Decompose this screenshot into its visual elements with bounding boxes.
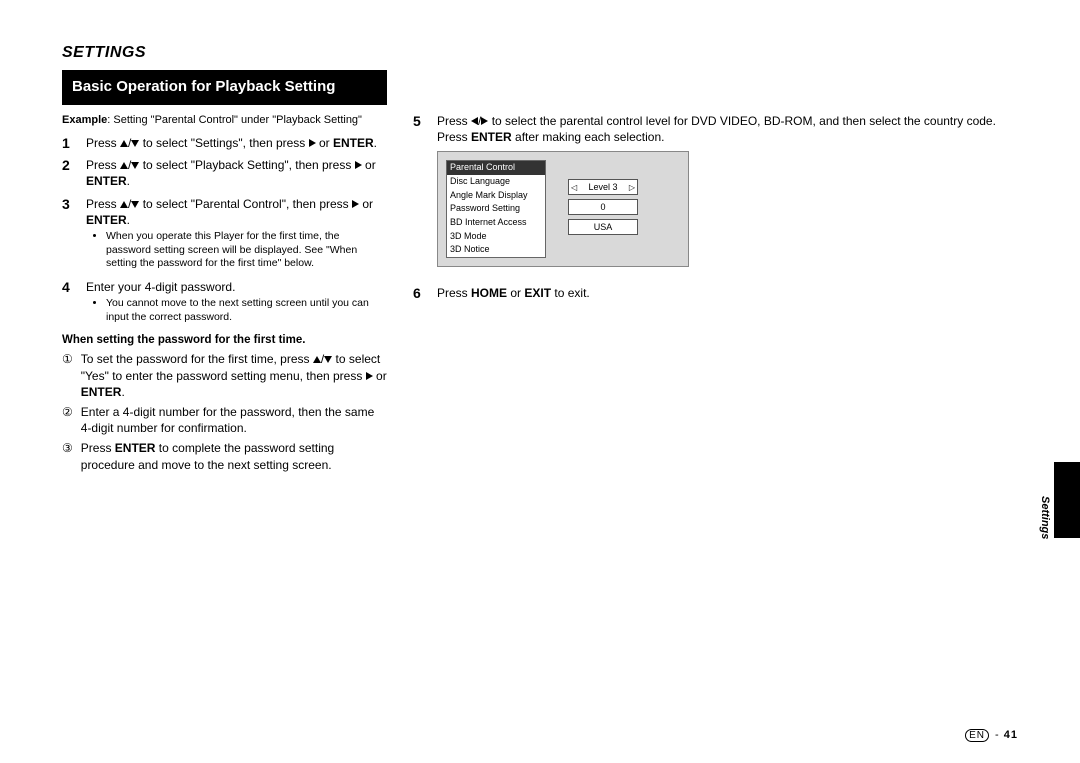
step-body: Enter your 4-digit password. You cannot …: [86, 279, 387, 326]
right-arrow-icon: ▷: [629, 183, 635, 192]
subsection-heading: When setting the password for the first …: [62, 334, 387, 346]
osd-menu-list: Parental Control Disc Language Angle Mar…: [446, 160, 546, 258]
osd-menu-item: 3D Notice: [447, 243, 545, 257]
substep-2: ② Enter a 4-digit number for the passwor…: [62, 404, 387, 436]
right-icon: [355, 161, 362, 169]
step-body: Press / to select the parental control l…: [437, 113, 1018, 145]
right-icon: [352, 200, 359, 208]
page-title: Basic Operation for Playback Setting: [72, 78, 377, 97]
circled-number-icon: ②: [62, 404, 73, 436]
page-footer: EN - 41: [965, 729, 1018, 741]
osd-screenshot: Parental Control Disc Language Angle Mar…: [437, 151, 689, 267]
step-number: 4: [62, 279, 76, 326]
substep-body: To set the password for the first time, …: [81, 351, 387, 400]
substep-3: ③ Press ENTER to complete the password s…: [62, 440, 387, 472]
side-tab-marker: [1054, 462, 1080, 538]
lang-badge: EN: [965, 729, 989, 742]
step-4: 4 Enter your 4-digit password. You canno…: [62, 279, 387, 326]
osd-wrap: Parental Control Disc Language Angle Mar…: [413, 151, 1018, 279]
osd-menu-selected: Parental Control: [447, 161, 545, 175]
step-6: 6 Press HOME or EXIT to exit.: [413, 285, 1018, 301]
osd-menu-item: Angle Mark Display: [447, 189, 545, 203]
left-arrow-icon: ◁: [571, 183, 577, 192]
step-body: Press / to select "Settings", then press…: [86, 135, 387, 151]
step-number: 3: [62, 196, 76, 273]
up-icon: [120, 201, 128, 208]
osd-menu-item: Password Setting: [447, 202, 545, 216]
title-bar: Basic Operation for Playback Setting: [62, 70, 387, 105]
step-2: 2 Press / to select "Playback Setting", …: [62, 157, 387, 189]
up-icon: [313, 356, 321, 363]
circled-number-icon: ①: [62, 351, 73, 400]
left-column: Example: Setting "Parental Control" unde…: [62, 113, 387, 477]
down-icon: [131, 162, 139, 169]
osd-zero-field: 0: [568, 199, 638, 215]
step-number: 5: [413, 113, 427, 145]
step-number: 6: [413, 285, 427, 301]
manual-page: SETTINGS Basic Operation for Playback Se…: [0, 0, 1080, 763]
up-icon: [120, 140, 128, 147]
osd-country-field: USA: [568, 219, 638, 235]
step-3: 3 Press / to select "Parental Control", …: [62, 196, 387, 273]
substep-body: Press ENTER to complete the password set…: [81, 440, 387, 472]
section-heading: SETTINGS: [62, 44, 1018, 62]
substep-1: ① To set the password for the first time…: [62, 351, 387, 400]
example-line: Example: Setting "Parental Control" unde…: [62, 113, 387, 127]
substep-body: Enter a 4-digit number for the password,…: [81, 404, 387, 436]
down-icon: [324, 356, 332, 363]
step-5: 5 Press / to select the parental control…: [413, 113, 1018, 145]
up-icon: [120, 162, 128, 169]
osd-menu-item: Disc Language: [447, 175, 545, 189]
osd-menu-item: BD Internet Access: [447, 216, 545, 230]
side-tab-label: Settings: [1039, 496, 1051, 539]
osd-level-field: ◁ Level 3 ▷: [568, 179, 638, 195]
right-icon: [309, 139, 316, 147]
step-number: 2: [62, 157, 76, 189]
osd-menu-item: 3D Mode: [447, 230, 545, 244]
right-column: 5 Press / to select the parental control…: [413, 113, 1018, 477]
step-body: Press / to select "Playback Setting", th…: [86, 157, 387, 189]
step-note: You cannot move to the next setting scre…: [86, 297, 387, 324]
step-note: When you operate this Player for the fir…: [86, 230, 387, 271]
step-body: Press / to select "Parental Control", th…: [86, 196, 387, 273]
left-icon: [471, 117, 478, 125]
step-1: 1 Press / to select "Settings", then pre…: [62, 135, 387, 151]
circled-number-icon: ③: [62, 440, 73, 472]
step-body: Press HOME or EXIT to exit.: [437, 285, 1018, 301]
right-icon: [481, 117, 488, 125]
down-icon: [131, 201, 139, 208]
two-column-layout: Example: Setting "Parental Control" unde…: [62, 113, 1018, 477]
step-number: 1: [62, 135, 76, 151]
osd-value-fields: ◁ Level 3 ▷ 0 USA: [568, 179, 638, 239]
down-icon: [131, 140, 139, 147]
right-icon: [366, 372, 373, 380]
page-number: 41: [1004, 729, 1018, 741]
